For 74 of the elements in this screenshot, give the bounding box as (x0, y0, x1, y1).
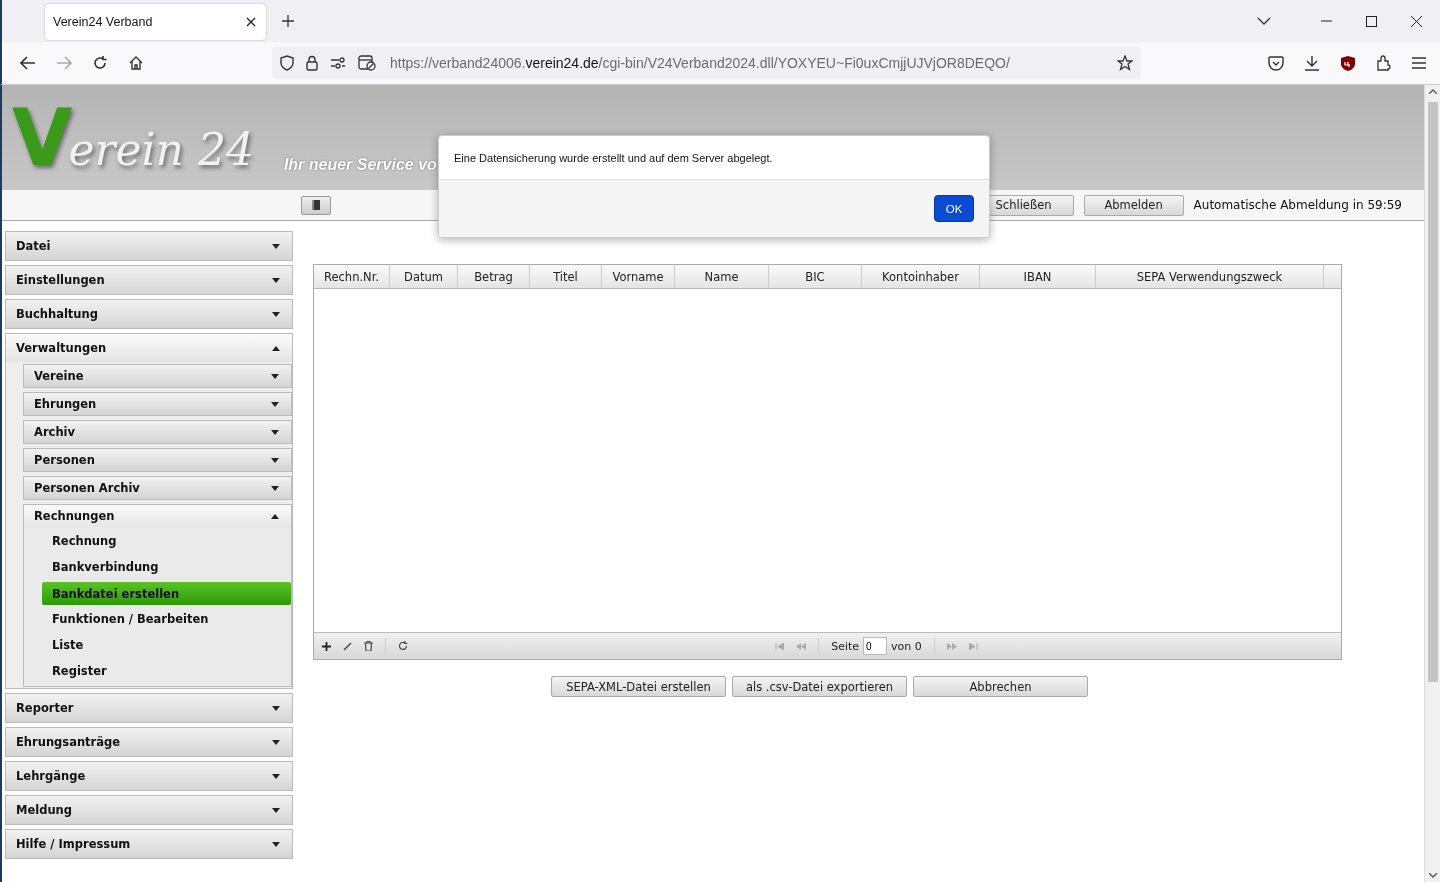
menu-item[interactable]: Liste (42, 632, 291, 658)
menu-item[interactable]: Bankverbindung (42, 554, 291, 580)
close-icon[interactable] (1411, 15, 1422, 27)
tab-title: Verein24 Verband (53, 15, 153, 29)
page-number-field[interactable]: 0 (863, 637, 888, 655)
caret-icon (272, 277, 280, 283)
logo: Verein 24 (12, 92, 254, 178)
caret-icon (271, 485, 279, 491)
shield-extension-icon[interactable] (1340, 54, 1356, 72)
trash-icon[interactable] (364, 641, 373, 651)
puzzle-icon[interactable] (1376, 55, 1392, 71)
home-icon[interactable] (128, 55, 144, 71)
caret-icon (271, 401, 279, 407)
menu-item[interactable]: Register (42, 658, 291, 684)
accordion-header[interactable]: Rechnungen (24, 505, 291, 527)
caret-icon (271, 457, 279, 463)
download-icon[interactable] (1304, 55, 1320, 71)
caret-icon (272, 243, 280, 249)
caret-icon (271, 513, 279, 519)
sliders-icon[interactable] (330, 57, 346, 69)
menu-icon[interactable] (1412, 57, 1426, 69)
action-button[interactable]: SEPA-XML-Datei erstellen (551, 676, 726, 697)
column-header[interactable]: Vorname (602, 265, 675, 288)
column-header[interactable]: BIC (769, 265, 862, 288)
close-icon[interactable] (246, 17, 256, 27)
caret-icon (272, 773, 280, 779)
lock-icon[interactable] (306, 55, 318, 71)
caret-icon (272, 345, 280, 351)
ok-button[interactable]: OK (934, 195, 974, 222)
page-count: von 0 (891, 639, 922, 653)
menu-item[interactable]: Bankdatei erstellen (42, 582, 291, 605)
column-header[interactable]: Rechn.Nr. (314, 265, 390, 288)
pocket-icon[interactable] (1268, 55, 1284, 71)
tagline: Ihr neuer Service vo (283, 156, 437, 174)
back-arrow-icon[interactable] (20, 56, 36, 70)
column-header[interactable]: Kontoinhaber (862, 265, 980, 288)
action-button[interactable]: als .csv-Datei exportieren (732, 676, 907, 697)
menu-item[interactable]: Rechnung (42, 528, 291, 554)
logout-timer: Automatische Abmeldung in 59:59 (1193, 198, 1402, 212)
maximize-icon[interactable] (1366, 15, 1377, 27)
shield-icon[interactable] (280, 55, 294, 71)
caret-icon (272, 739, 280, 745)
pencil-icon[interactable] (343, 641, 352, 651)
page-label: Seite (831, 639, 860, 653)
column-header[interactable]: Betrag (458, 265, 530, 288)
caret-icon (272, 841, 280, 847)
column-header[interactable]: Datum (390, 265, 458, 288)
column-header[interactable]: IBAN (980, 265, 1096, 288)
plus-icon[interactable] (322, 641, 331, 651)
address-bar[interactable]: https://verband24006.verein24.de/cgi-bin/V24Verband2024.dll/YOXYEU~Fi0uxCmjjUJVjOR8DEQO/ (272, 47, 1141, 79)
column-header[interactable]: Titel (530, 265, 602, 288)
scroll-down-icon[interactable] (1428, 873, 1437, 878)
url-text[interactable]: https://verband24006.verein24.de/cgi-bin/V24Verband2024.dll/YOXYEU~Fi0uxCmjjUJVjOR8DEQO/ (390, 55, 1010, 71)
browser-tab[interactable]: Verein24 Verband (45, 4, 266, 40)
book-icon (312, 200, 320, 210)
column-header[interactable]: SEPA Verwendungszweck (1096, 265, 1324, 288)
reload-icon[interactable] (92, 55, 108, 71)
caret-icon (272, 311, 280, 317)
column-header[interactable]: Name (675, 265, 769, 288)
caret-icon (271, 429, 279, 435)
menu-item[interactable]: Funktionen / Bearbeiten (42, 606, 291, 632)
accordion-header[interactable]: Verwaltungen (6, 334, 292, 362)
action-button[interactable]: Abbrechen (913, 676, 1088, 697)
star-icon[interactable] (1117, 55, 1133, 71)
scroll-up-icon[interactable] (1428, 89, 1437, 94)
page-blocked-icon[interactable] (358, 55, 376, 71)
toolbar-button[interactable]: Abmelden (1083, 194, 1184, 216)
caret-icon (272, 705, 280, 711)
chevron-down-icon[interactable] (1257, 17, 1271, 25)
caret-icon (271, 373, 279, 379)
refresh-icon[interactable] (398, 641, 408, 651)
book-button[interactable] (301, 195, 331, 215)
plus-icon[interactable] (282, 15, 294, 27)
caret-icon (272, 807, 280, 813)
